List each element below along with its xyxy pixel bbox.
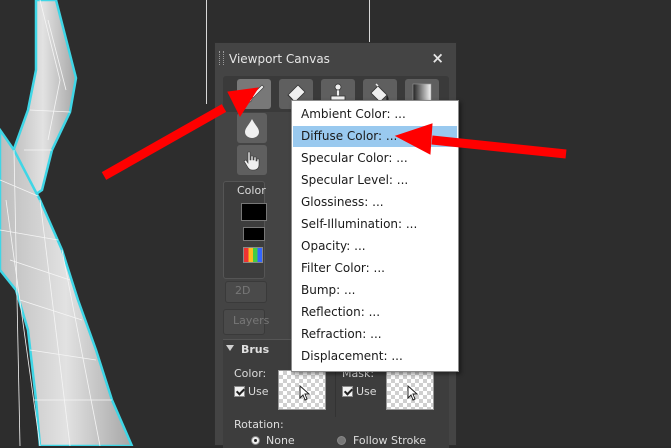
panel-titlebar[interactable]: Viewport Canvas × [215, 43, 456, 73]
menu-item-self-illumination[interactable]: Self-Illumination: ... [293, 214, 457, 235]
menu-item-specular-color[interactable]: Specular Color: ... [293, 148, 457, 169]
rotation-none-radio[interactable] [251, 436, 260, 445]
viewport-guide-line [369, 0, 370, 42]
panel-title: Viewport Canvas [229, 52, 330, 66]
brush-mask-use-checkbox[interactable] [342, 386, 353, 397]
brush-section-title: Brus [241, 343, 270, 356]
menu-item-glossiness[interactable]: Glossiness: ... [293, 192, 457, 213]
cursor-arrow-icon [299, 385, 311, 401]
brush-mask-thumbnail[interactable] [386, 370, 434, 410]
cursor-arrow-icon [407, 385, 419, 401]
brush-color-label: Color: [234, 367, 267, 380]
brush-mask-use-label: Use [356, 385, 377, 398]
brush-color-use-label: Use [248, 385, 269, 398]
paint-brush-icon [244, 84, 265, 104]
menu-item-diffuse-color[interactable]: Diffuse Color: ... [293, 126, 457, 147]
menu-item-refraction[interactable]: Refraction: ... [293, 324, 457, 345]
rotation-label: Rotation: [234, 418, 284, 431]
rotation-none-label: None [266, 434, 295, 447]
palette-icon[interactable] [243, 247, 263, 263]
color-group-label: Color [237, 184, 266, 197]
menu-item-opacity[interactable]: Opacity: ... [293, 236, 457, 257]
menu-item-specular-level[interactable]: Specular Level: ... [293, 170, 457, 191]
blur-button[interactable] [237, 113, 267, 143]
layers-label: Layers [233, 314, 270, 327]
smudge-hand-icon [243, 151, 260, 171]
paint-brush-button[interactable] [237, 79, 271, 109]
rotation-follow-radio[interactable] [337, 436, 346, 445]
brush-color-thumbnail[interactable] [278, 370, 326, 410]
close-icon[interactable]: × [431, 49, 444, 67]
rotation-follow-label: Follow Stroke [353, 434, 427, 447]
menu-item-displacement[interactable]: Displacement: ... [293, 346, 457, 367]
primary-color-swatch[interactable] [241, 203, 267, 221]
viewport-guide-line [206, 0, 207, 104]
btn-2d-label: 2D [235, 284, 251, 297]
channel-context-menu: Ambient Color: ... Diffuse Color: ... Sp… [291, 100, 459, 372]
menu-item-ambient-color[interactable]: Ambient Color: ... [293, 104, 457, 125]
menu-item-reflection[interactable]: Reflection: ... [293, 302, 457, 323]
brush-divider [335, 365, 336, 417]
secondary-color-swatch[interactable] [243, 227, 265, 241]
smudge-button[interactable] [237, 145, 267, 175]
blur-drop-icon [245, 119, 259, 138]
menu-item-filter-color[interactable]: Filter Color: ... [293, 258, 457, 279]
menu-item-bump[interactable]: Bump: ... [293, 280, 457, 301]
brush-color-use-checkbox[interactable] [234, 386, 245, 397]
collapse-triangle-icon[interactable] [226, 345, 234, 351]
drag-grip-icon[interactable] [219, 51, 224, 65]
